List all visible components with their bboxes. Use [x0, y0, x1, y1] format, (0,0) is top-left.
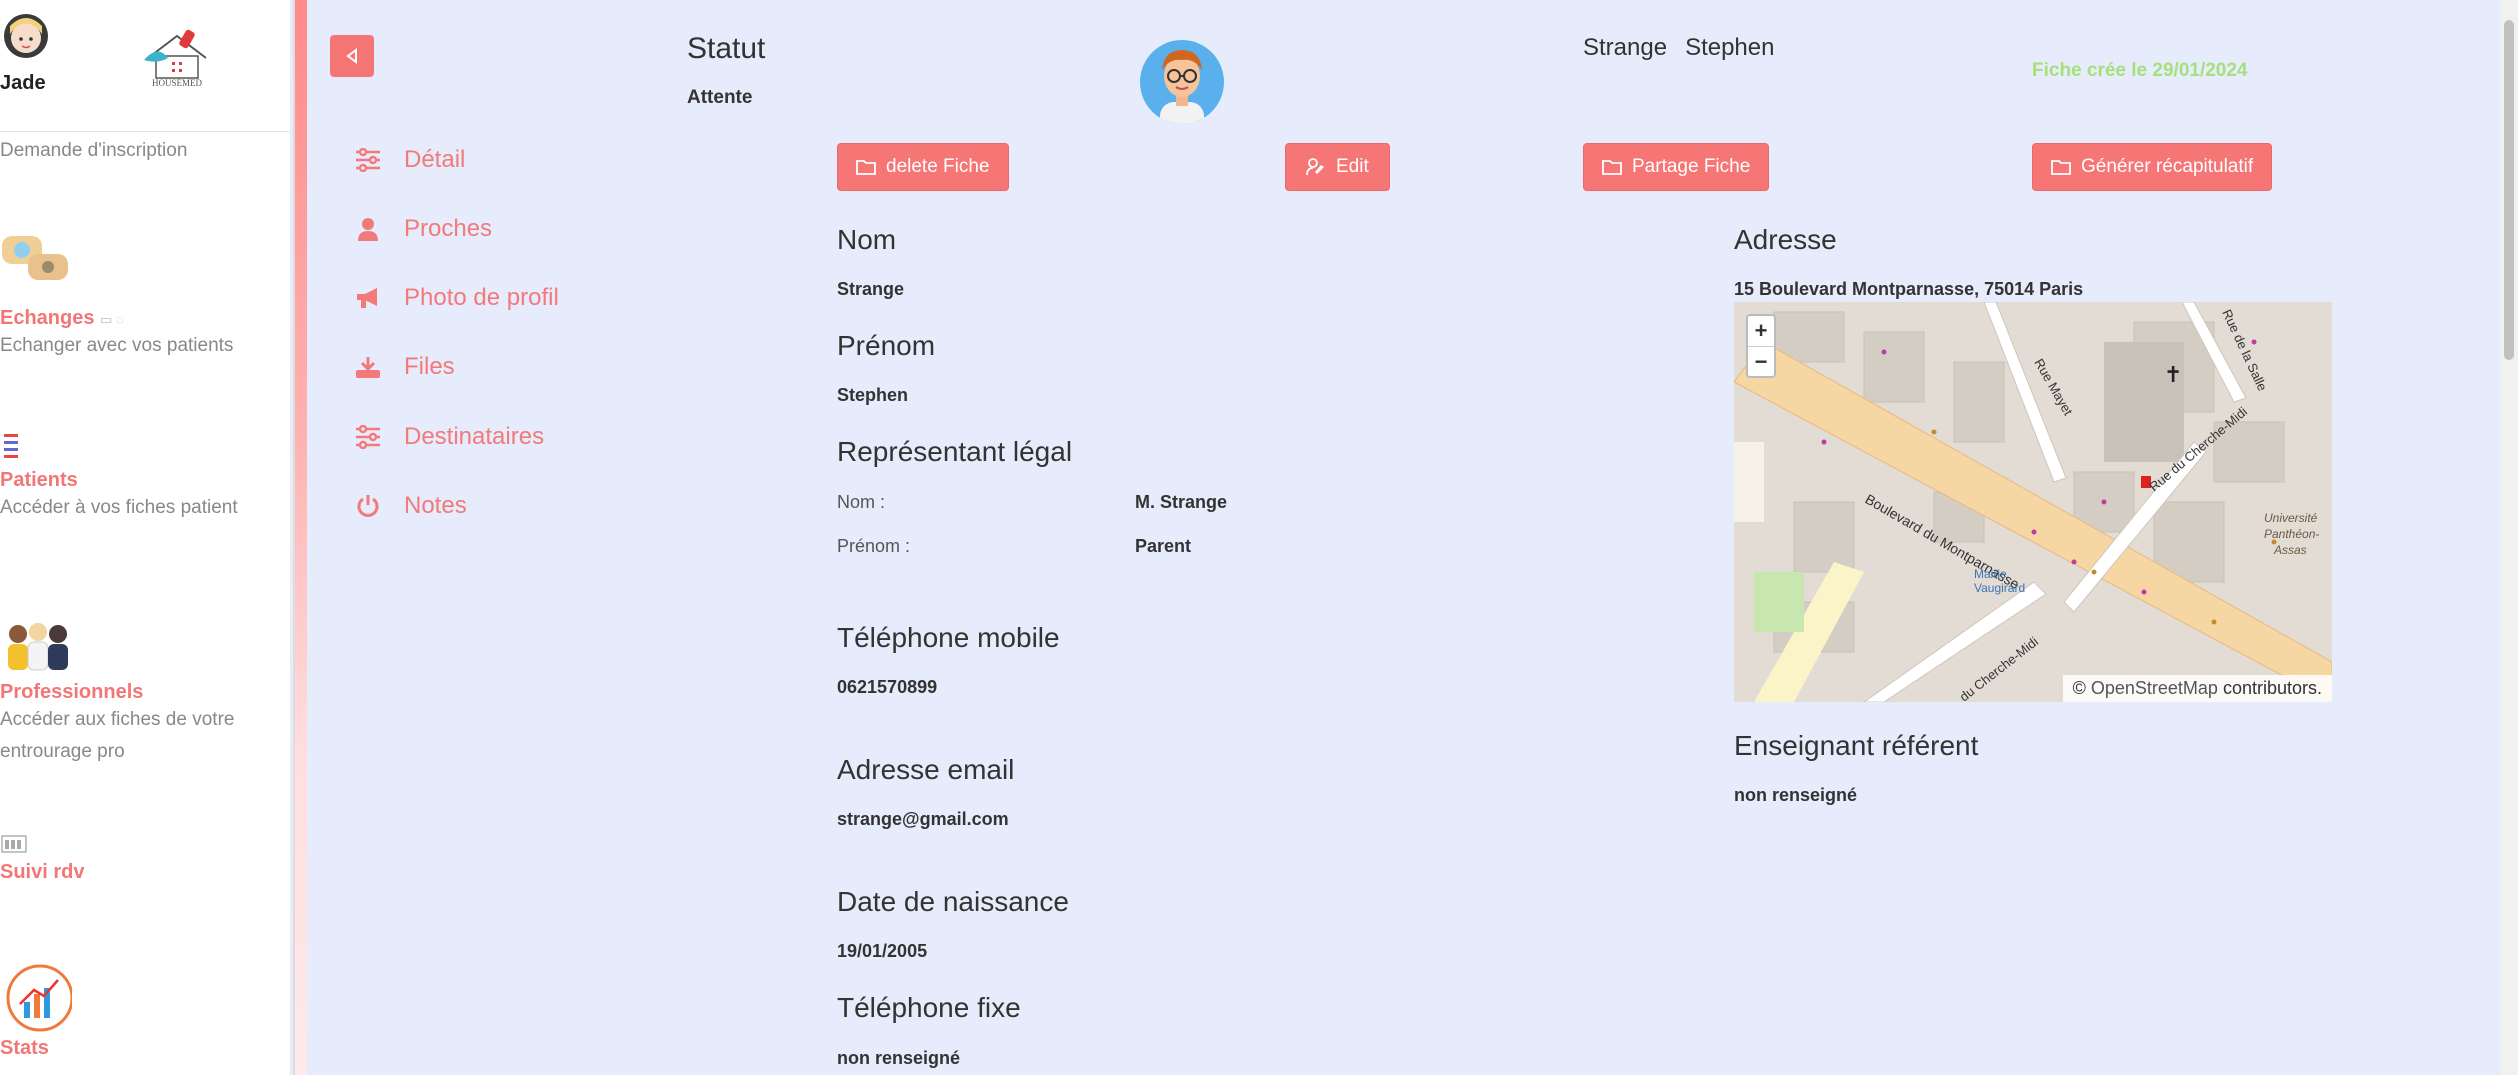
sidebar-item-label: Echanges [0, 307, 95, 329]
user-avatar-icon[interactable] [2, 12, 50, 68]
sidebar-item-patients[interactable]: Patients Accéder à vos fiches patient [0, 428, 280, 524]
sidebar-item-stats[interactable]: Stats [0, 964, 280, 1060]
prenom-label: Prénom [837, 330, 936, 361]
map-attribution: © OpenStreetMap contributors. [2062, 675, 2332, 702]
page-scrollbar[interactable] [2500, 0, 2518, 1075]
zoom-out-button[interactable]: − [1748, 346, 1774, 376]
svg-text:Mairie: Mairie [1974, 567, 2007, 581]
nav-item-label: Notes [404, 492, 467, 519]
sidebar-item-label: Suivi rdv [0, 861, 85, 883]
openstreetmap-link[interactable]: OpenStreetMap [2091, 678, 2218, 698]
sidebar-item-echanges[interactable]: Echanges ▭ ◌ Echanger avec vos patients [0, 230, 280, 362]
sidebar-item-desc: Accéder aux fiches de votre entrourage p… [0, 709, 235, 762]
logo-text: HOUSEMED [152, 78, 203, 88]
stats-chart-icon [6, 964, 74, 1032]
person-name: Strange Stephen [1583, 34, 1792, 62]
rep-prenom-label: Prénom : [837, 536, 911, 556]
enseignant-referent-label: Enseignant référent [1734, 730, 1979, 761]
generer-recapitulatif-button[interactable]: Générer récapitulatif [2032, 143, 2273, 191]
nav-item-label: Proches [404, 215, 493, 242]
profile-avatar [1140, 40, 1224, 124]
delete-fiche-button[interactable]: delete Fiche [837, 143, 1009, 191]
map-tiles: ✝ Boulevard du Montparnasse Rue du Cherc… [1734, 302, 2332, 702]
last-name: Strange [1583, 34, 1668, 61]
nav-item-label: Destinataires [404, 423, 545, 450]
sidebar-item-suivi-rdv[interactable]: Suivi rdv [0, 832, 280, 884]
sidebar-item-desc: Accéder à vos fiches patient [0, 497, 238, 518]
nav-item-destinataires[interactable]: Destinataires [354, 423, 544, 451]
sidebar-item-desc: Echanger avec vos patients [0, 335, 234, 356]
main-content: Détail Proches Photo de profil Files Des… [308, 0, 2500, 1075]
calendar-icon [1, 835, 27, 853]
nav-item-label: Files [404, 353, 455, 380]
person-icon [354, 215, 382, 243]
download-icon [354, 353, 382, 381]
map-zoom-control: + − [1746, 314, 1776, 378]
date-naissance-label: Date de naissance [837, 886, 1069, 917]
sidebar-scrollbar[interactable] [295, 0, 307, 1075]
nav-item-notes[interactable]: Notes [354, 492, 467, 520]
telephone-mobile-value: 0621570899 [837, 677, 938, 697]
adresse-label: Adresse [1734, 224, 1837, 255]
sidebar-item-professionnels[interactable]: Professionnels Accéder aux fiches de vot… [0, 616, 280, 768]
nom-label: Nom [837, 224, 897, 255]
svg-text:Vaugirard: Vaugirard [1974, 581, 2025, 595]
email-value: strange@gmail.com [837, 809, 1009, 829]
nav-item-detail[interactable]: Détail [354, 146, 465, 174]
enseignant-referent-value: non renseigné [1734, 785, 1858, 805]
telephone-fixe-value: non renseigné [837, 1048, 961, 1068]
folder-icon [1602, 160, 1622, 175]
partage-fiche-button[interactable]: Partage Fiche [1583, 143, 1770, 191]
statut-value: Attente [687, 87, 753, 108]
zoom-in-button[interactable]: + [1748, 316, 1774, 346]
nav-item-label: Photo de profil [404, 284, 559, 311]
nom-value: Strange [837, 279, 905, 299]
prenom-value: Stephen [837, 385, 909, 405]
user-edit-icon [1306, 158, 1324, 176]
email-label: Adresse email [837, 754, 1015, 785]
svg-text:Assas: Assas [2273, 543, 2307, 557]
small-icons: ▭ ◌ [100, 312, 124, 327]
sidebar-item-label: Professionnels [0, 681, 144, 703]
chat-bubbles-icon [2, 236, 68, 280]
sidebar: Jade HOUSEMED Demande d'inscription Echa… [0, 0, 290, 1075]
back-button[interactable] [330, 35, 374, 77]
folder-icon [2051, 160, 2071, 175]
first-name: Stephen [1685, 34, 1775, 61]
caret-left-icon [346, 48, 357, 64]
team-people-icon [8, 623, 68, 671]
nav-item-files[interactable]: Files [354, 353, 455, 381]
svg-text:Panthéon-: Panthéon- [2264, 527, 2319, 541]
cartoon-person-icon [1160, 50, 1204, 124]
sidebar-header: Jade HOUSEMED [0, 0, 290, 132]
nav-item-proches[interactable]: Proches [354, 215, 492, 243]
sliders-icon [354, 146, 382, 174]
user-name: Jade [0, 72, 46, 94]
svg-text:✝: ✝ [2164, 362, 2182, 387]
svg-text:Université: Université [2264, 511, 2318, 525]
nav-item-photo-profil[interactable]: Photo de profil [354, 284, 559, 312]
fiche-creation-date: Fiche crée le 29/01/2024 [2032, 60, 2248, 81]
adresse-value: 15 Boulevard Montparnasse, 75014 Paris [1734, 279, 2084, 299]
sidebar-link-inscription[interactable]: Demande d'inscription [0, 140, 187, 162]
patient-list-icon [4, 434, 18, 458]
telephone-mobile-label: Téléphone mobile [837, 622, 1060, 653]
nav-item-label: Détail [404, 146, 466, 173]
edit-button[interactable]: Edit [1285, 143, 1390, 191]
representant-legal-label: Représentant légal [837, 436, 1073, 467]
telephone-fixe-label: Téléphone fixe [837, 992, 1021, 1023]
megaphone-icon [354, 284, 382, 312]
power-icon [354, 492, 382, 520]
page-scrollbar-thumb[interactable] [2504, 20, 2514, 360]
rep-nom-label: Nom : [837, 492, 886, 512]
address-map[interactable]: ✝ Boulevard du Montparnasse Rue du Cherc… [1734, 302, 2332, 702]
rep-prenom-value: Parent [1135, 536, 1192, 556]
statut-label: Statut [687, 32, 766, 65]
folder-icon [856, 160, 876, 175]
sidebar-item-label: Patients [0, 469, 78, 491]
date-naissance-value: 19/01/2005 [837, 941, 928, 961]
sliders-icon [354, 423, 382, 451]
rep-nom-value: M. Strange [1135, 492, 1228, 512]
sidebar-item-label: Stats [0, 1037, 49, 1059]
